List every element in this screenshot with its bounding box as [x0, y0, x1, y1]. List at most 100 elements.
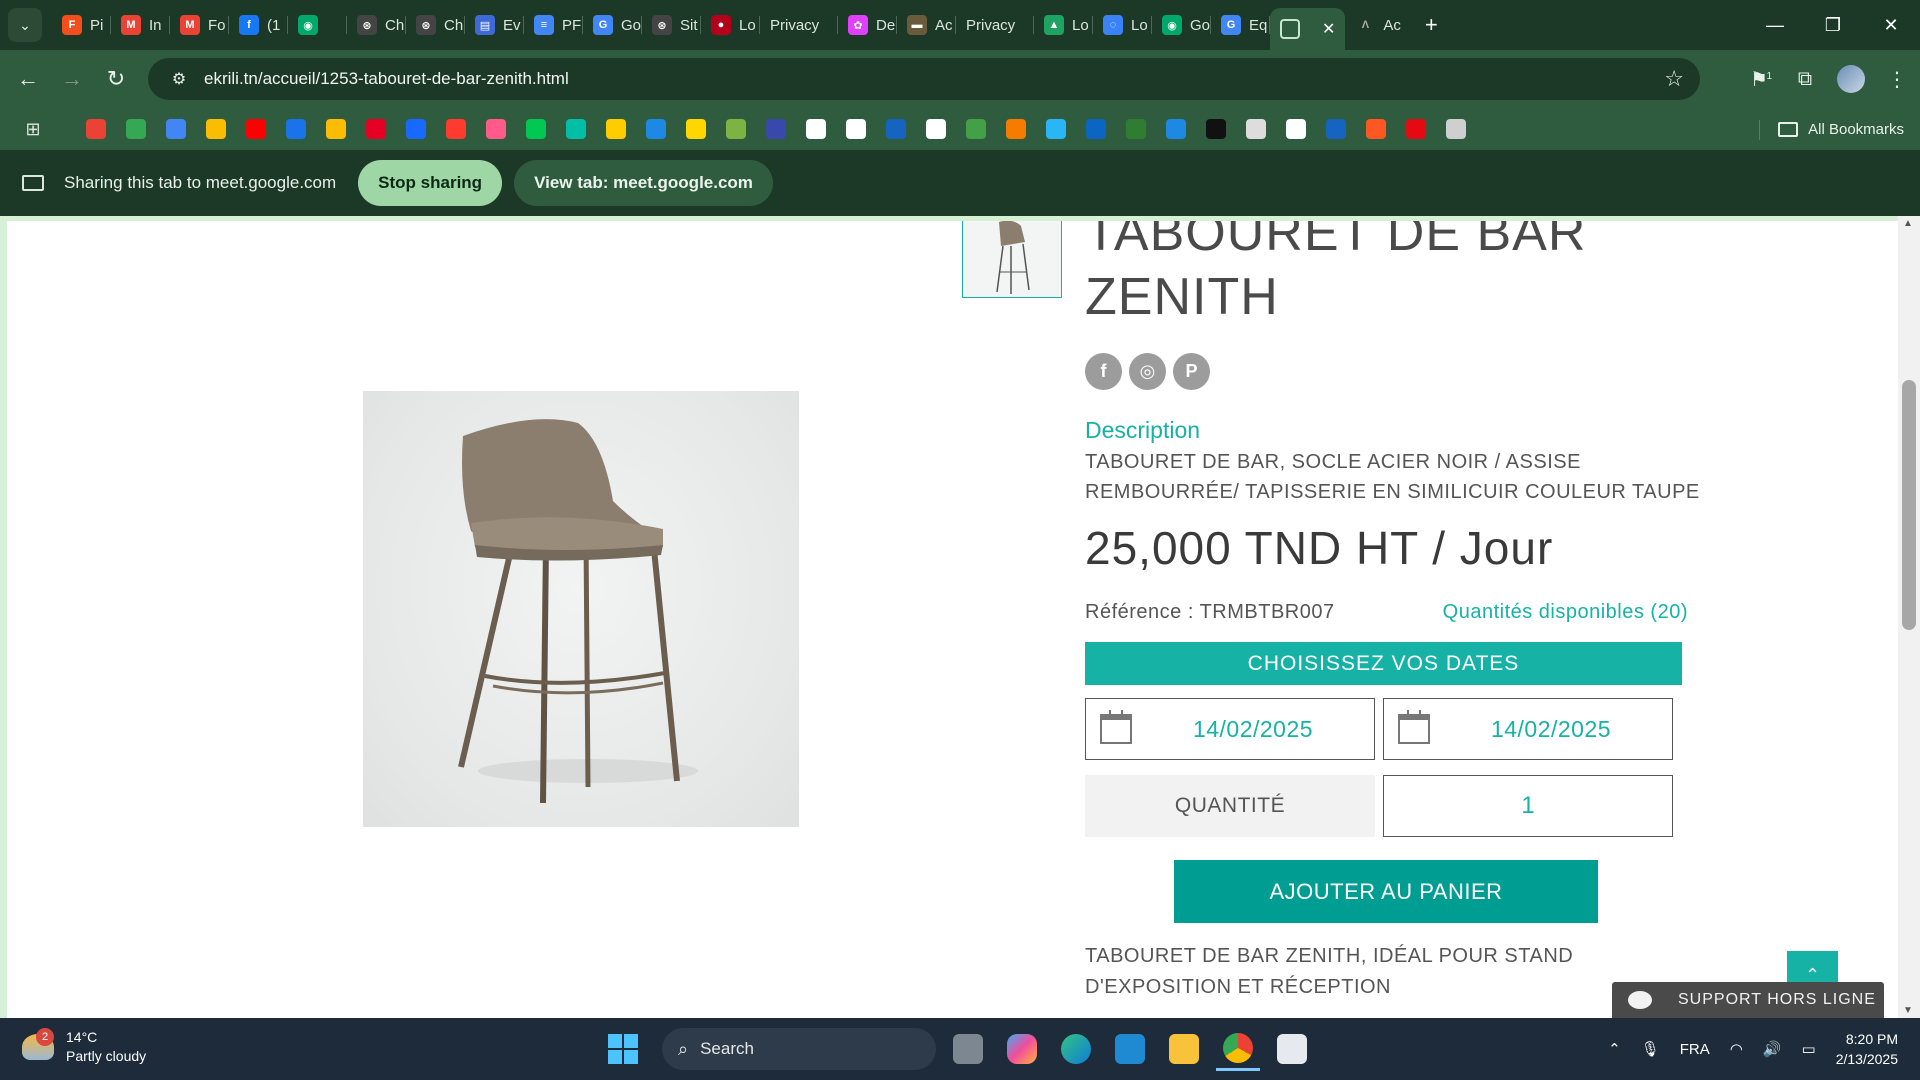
bookmark-10-icon[interactable]: [476, 118, 516, 140]
view-tab-button[interactable]: View tab: meet.google.com: [514, 160, 773, 206]
bookmark-19-icon[interactable]: [836, 118, 876, 140]
close-tab-icon[interactable]: ✕: [1322, 19, 1335, 39]
bookmark-22-icon[interactable]: [956, 118, 996, 140]
wifi-icon[interactable]: ◠: [1730, 1040, 1743, 1058]
bookmark-18-icon[interactable]: [796, 118, 836, 140]
close-window-button[interactable]: ✕: [1862, 0, 1920, 50]
bookmark-34-icon[interactable]: [1436, 118, 1476, 140]
apps-grid-icon[interactable]: ⊞: [18, 119, 48, 140]
bookmark-6-icon[interactable]: [316, 118, 356, 140]
reload-button[interactable]: ↻: [94, 57, 138, 101]
language-indicator[interactable]: FRA: [1680, 1041, 1710, 1058]
bookmark-31-icon[interactable]: [1316, 118, 1356, 140]
vscode-icon[interactable]: [1108, 1027, 1152, 1071]
tab-11[interactable]: ● Lo: [701, 6, 760, 44]
tab-16[interactable]: ▲ Lo: [1034, 6, 1093, 44]
end-date-field[interactable]: 14/02/2025: [1383, 698, 1673, 760]
bookmark-12-icon[interactable]: [556, 118, 596, 140]
tab-1[interactable]: M In: [111, 6, 170, 44]
back-button[interactable]: ←: [6, 57, 50, 101]
scroll-up-arrow-icon[interactable]: ▲: [1903, 218, 1913, 229]
scroll-down-arrow-icon[interactable]: ▼: [1903, 1005, 1913, 1016]
bookmark-5-icon[interactable]: [276, 118, 316, 140]
tab-18[interactable]: ◉ Go: [1152, 6, 1211, 44]
add-to-cart-button[interactable]: AJOUTER AU PANIER: [1174, 860, 1598, 923]
file-explorer-icon[interactable]: [1162, 1027, 1206, 1071]
bookmark-24-icon[interactable]: [1036, 118, 1076, 140]
tab-5[interactable]: ⊛ Ch: [347, 6, 406, 44]
bookmark-1-icon[interactable]: [116, 118, 156, 140]
bookmark-27-icon[interactable]: [1156, 118, 1196, 140]
bookmark-28-icon[interactable]: [1196, 118, 1236, 140]
tab-3[interactable]: f (1: [229, 6, 288, 44]
bookmark-3-icon[interactable]: [196, 118, 236, 140]
bookmark-15-icon[interactable]: [676, 118, 716, 140]
tab-9[interactable]: G Go: [583, 6, 642, 44]
tab-14[interactable]: ▬ Ac: [897, 6, 956, 44]
forward-button[interactable]: →: [50, 57, 94, 101]
tab-last[interactable]: Λ Ac: [1345, 6, 1411, 44]
chevron-up-icon[interactable]: ⌃: [1608, 1040, 1621, 1058]
windows-start-icon[interactable]: [608, 1034, 638, 1064]
snipping-tool-icon[interactable]: [1270, 1027, 1314, 1071]
bookmark-7-icon[interactable]: [356, 118, 396, 140]
menu-kebab-icon[interactable]: ⋮: [1874, 67, 1920, 92]
minimize-button[interactable]: —: [1746, 0, 1804, 50]
quantity-input[interactable]: 1: [1383, 775, 1673, 837]
chrome-icon[interactable]: [1216, 1027, 1260, 1071]
copilot-icon[interactable]: [1000, 1027, 1044, 1071]
all-bookmarks-button[interactable]: All Bookmarks: [1778, 121, 1904, 138]
stop-sharing-button[interactable]: Stop sharing: [358, 160, 503, 206]
profile-avatar[interactable]: [1828, 65, 1874, 93]
tab-6[interactable]: ⊛ Ch: [406, 6, 465, 44]
scrollbar-thumb[interactable]: [1902, 380, 1916, 630]
battery-icon[interactable]: ▭: [1802, 1040, 1816, 1058]
tab-13[interactable]: ✿ De: [838, 6, 897, 44]
support-chat-widget[interactable]: SUPPORT HORS LIGNE: [1612, 982, 1884, 1018]
bookmark-33-icon[interactable]: [1396, 118, 1436, 140]
microphone-icon[interactable]: 🎙: [1641, 1040, 1660, 1058]
bookmark-25-icon[interactable]: [1076, 118, 1116, 140]
taskbar-search[interactable]: ⌕ Search: [662, 1028, 936, 1070]
bookmark-2-icon[interactable]: [156, 118, 196, 140]
bookmark-9-icon[interactable]: [436, 118, 476, 140]
pinterest-icon[interactable]: P: [1173, 353, 1210, 390]
bookmark-26-icon[interactable]: [1116, 118, 1156, 140]
bookmark-17-icon[interactable]: [756, 118, 796, 140]
facebook-icon[interactable]: f: [1085, 353, 1122, 390]
tab-0[interactable]: F Pi: [52, 6, 111, 44]
bookmark-30-icon[interactable]: [1276, 118, 1316, 140]
product-thumbnail[interactable]: [962, 221, 1062, 298]
tab-2[interactable]: M Fo: [170, 6, 229, 44]
tab-12[interactable]: Privacy: [760, 6, 838, 44]
new-tab-button[interactable]: +: [1425, 12, 1438, 38]
bookmark-8-icon[interactable]: [396, 118, 436, 140]
bookmark-14-icon[interactable]: [636, 118, 676, 140]
extensions-puzzle-icon[interactable]: ⧉: [1782, 68, 1828, 91]
page-scrollbar[interactable]: ▲ ▼: [1898, 216, 1920, 1018]
bookmark-11-icon[interactable]: [516, 118, 556, 140]
bookmark-star-icon[interactable]: ☆: [1664, 66, 1684, 92]
volume-icon[interactable]: 🔊: [1763, 1040, 1782, 1058]
tab-19[interactable]: G Eq: [1211, 6, 1270, 44]
site-settings-icon[interactable]: ⚙: [160, 69, 198, 89]
tab-search-button[interactable]: ⌄: [8, 8, 42, 42]
bookmark-13-icon[interactable]: [596, 118, 636, 140]
tab-10[interactable]: ⊛ Sit: [642, 6, 701, 44]
url-text[interactable]: ekrili.tn/accueil/1253-tabouret-de-bar-z…: [204, 69, 569, 89]
bookmark-29-icon[interactable]: [1236, 118, 1276, 140]
bookmark-0-icon[interactable]: [76, 118, 116, 140]
bookmark-21-icon[interactable]: [916, 118, 956, 140]
bookmark-32-icon[interactable]: [1356, 118, 1396, 140]
tab-7[interactable]: ▤ Ev: [465, 6, 524, 44]
tab-8[interactable]: ≡ PF: [524, 6, 583, 44]
instagram-icon[interactable]: ◎: [1129, 353, 1166, 390]
restore-button[interactable]: ❐: [1804, 0, 1862, 50]
weather-widget[interactable]: 2 14°C Partly cloudy: [22, 1028, 146, 1066]
bookmark-4-icon[interactable]: [236, 118, 276, 140]
bookmark-23-icon[interactable]: [996, 118, 1036, 140]
bookmark-16-icon[interactable]: [716, 118, 756, 140]
tab-active[interactable]: ✕: [1270, 8, 1346, 50]
tab-17[interactable]: ◌ Lo: [1093, 6, 1152, 44]
edge-icon[interactable]: [1054, 1027, 1098, 1071]
